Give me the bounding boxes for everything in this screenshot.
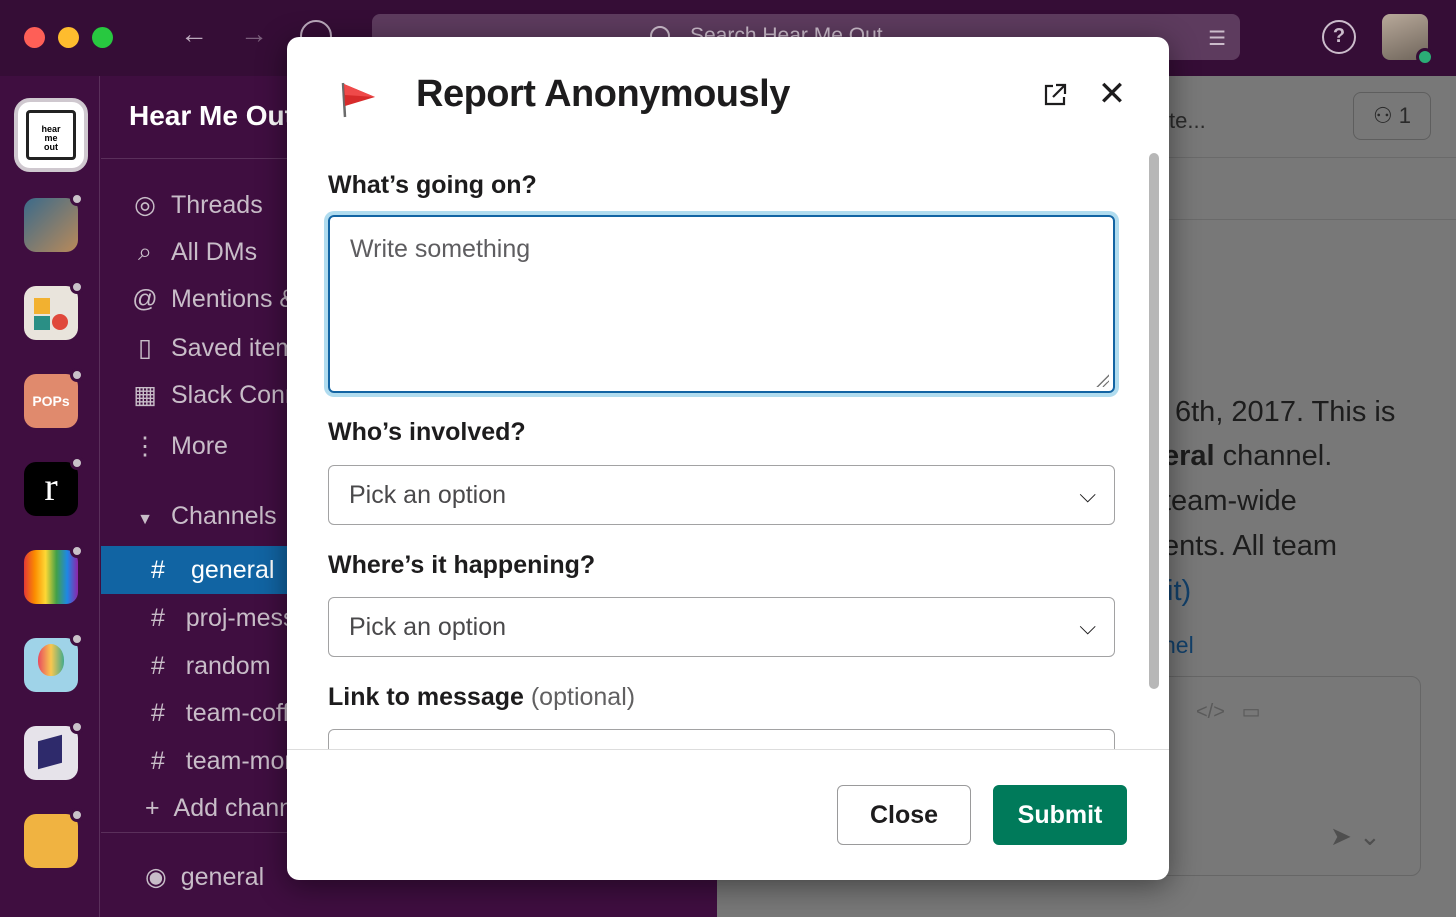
caret-down-icon: ▼ [137, 511, 153, 528]
channel-sidebar: Hear Me Out ◎ Threads ⌕ All DMs @ Mentions … [101, 76, 291, 917]
building-icon: ▦ [133, 381, 157, 409]
workspace-name[interactable]: Hear Me Out [129, 100, 291, 132]
window-minimize-button[interactable] [58, 27, 79, 48]
workspace-icon-r[interactable]: r [24, 456, 84, 516]
sidebar-item-threads[interactable]: ◎ Threads [129, 190, 263, 220]
sidebar-item-more[interactable]: ⋮ More [129, 431, 228, 461]
textarea-placeholder: Write something [350, 235, 531, 263]
channels-section-header[interactable]: ▼ Channels [129, 502, 277, 531]
huddle-bar[interactable]: ◉ general [145, 862, 264, 892]
code-icon[interactable]: </> ▭ [1196, 699, 1260, 724]
more-icon: ⋮ [132, 432, 158, 460]
bookmark-icon: ▯ [138, 334, 152, 362]
hash-icon: # [151, 604, 165, 632]
resize-handle-icon[interactable] [1095, 373, 1109, 387]
hash-icon: # [151, 699, 165, 727]
workspace-icon-blocks[interactable] [24, 720, 84, 780]
threads-icon: ◎ [134, 191, 156, 219]
sidebar-bottom-divider [101, 832, 291, 833]
huddle-icon: ◉ [145, 863, 167, 891]
whos-involved-select[interactable]: Pick an option ⌵ [328, 465, 1115, 525]
channel-random[interactable]: # random [151, 652, 271, 681]
intro-line-4: ents. All team [1163, 530, 1338, 562]
modal-title: Report Anonymously [416, 73, 790, 115]
sidebar-item-slack-connect[interactable]: ▦Slack Connect [129, 380, 291, 410]
workspace-icon-1[interactable] [24, 192, 84, 252]
intro-line-5[interactable]: it) [1167, 575, 1191, 608]
workspace-icon-balloon[interactable] [24, 632, 84, 692]
sidebar-divider [101, 158, 291, 159]
workspace-icon-pops[interactable]: POPs [24, 368, 84, 428]
whats-going-on-textarea[interactable]: Write something [328, 215, 1115, 393]
red-flag-icon [341, 82, 375, 118]
where-select[interactable]: Pick an option ⌵ [328, 597, 1115, 657]
whos-involved-label: Who’s involved? [328, 418, 526, 446]
link-to-message-label: Link to message (optional) [328, 683, 636, 711]
report-modal: Report Anonymously ✕ What’s going on? Wr… [287, 37, 1169, 880]
chevron-down-icon: ⌵ [1079, 482, 1096, 507]
intro-line-3: team-wide [1163, 485, 1297, 517]
workspace-hear-me-out[interactable]: hear me out [14, 98, 88, 172]
hash-icon: # [151, 556, 165, 584]
person-icon: ⚇ [1372, 103, 1393, 128]
modal-scrollbar[interactable] [1149, 153, 1159, 689]
close-icon[interactable]: ✕ [1097, 77, 1127, 111]
channel-proj-messages[interactable]: # proj-messages [151, 604, 291, 633]
intro-line-1: 6th, 2017. This is [1175, 396, 1396, 428]
message-composer[interactable]: </> ▭ ➤ ⌄ [1137, 676, 1421, 876]
member-count-button[interactable]: ⚇ 1 [1353, 92, 1431, 140]
channel-general[interactable]: # general [101, 546, 291, 594]
hash-icon: # [151, 652, 165, 680]
workspace-icon-rainbow[interactable] [24, 544, 84, 604]
hear-me-out-logo-icon: hear me out [26, 110, 76, 160]
close-button[interactable]: Close [837, 785, 971, 845]
search-filter-icon[interactable]: ☰ [1208, 26, 1226, 51]
add-channels-button[interactable]: + Add channels [145, 794, 291, 823]
channel-team-moments[interactable]: # team-moments [151, 747, 291, 776]
workspace-icon-tq[interactable] [24, 808, 84, 868]
window-close-button[interactable] [24, 27, 45, 48]
submit-button[interactable]: Submit [993, 785, 1127, 845]
forward-arrow-icon[interactable]: → [240, 18, 268, 50]
plus-icon: + [145, 794, 160, 822]
at-icon: @ [132, 285, 158, 313]
sidebar-item-mentions[interactable]: @Mentions & reactions [129, 285, 291, 314]
whos-involved-value: Pick an option [349, 481, 507, 509]
user-avatar[interactable] [1382, 14, 1434, 66]
chevron-down-icon: ⌵ [1079, 614, 1096, 639]
modal-footer-divider [287, 749, 1169, 750]
dms-icon: ⌕ [137, 238, 152, 266]
sidebar-item-saved[interactable]: ▯Saved items [129, 333, 291, 363]
modal-body[interactable]: What’s going on? Write something Who’s i… [287, 145, 1169, 749]
workspace-icon-2[interactable] [24, 280, 84, 340]
intro-line-2: eral channel. [1163, 440, 1333, 472]
back-arrow-icon[interactable]: ← [180, 18, 208, 50]
online-status-badge [1416, 48, 1434, 66]
whats-going-on-label: What’s going on? [328, 171, 537, 199]
hash-icon: # [151, 747, 165, 775]
window-zoom-button[interactable] [92, 27, 113, 48]
where-value: Pick an option [349, 613, 507, 641]
channel-topic: te... [1169, 108, 1206, 133]
open-in-new-window-icon[interactable] [1041, 81, 1069, 109]
send-icon[interactable]: ➤ ⌄ [1330, 821, 1381, 852]
where-label: Where’s it happening? [328, 551, 596, 579]
sidebar-item-all-dms[interactable]: ⌕ All DMs [129, 238, 257, 267]
channel-team-coffee[interactable]: # team-coffee [151, 699, 291, 728]
help-icon[interactable]: ? [1322, 20, 1356, 54]
link-to-message-input[interactable] [328, 729, 1115, 749]
